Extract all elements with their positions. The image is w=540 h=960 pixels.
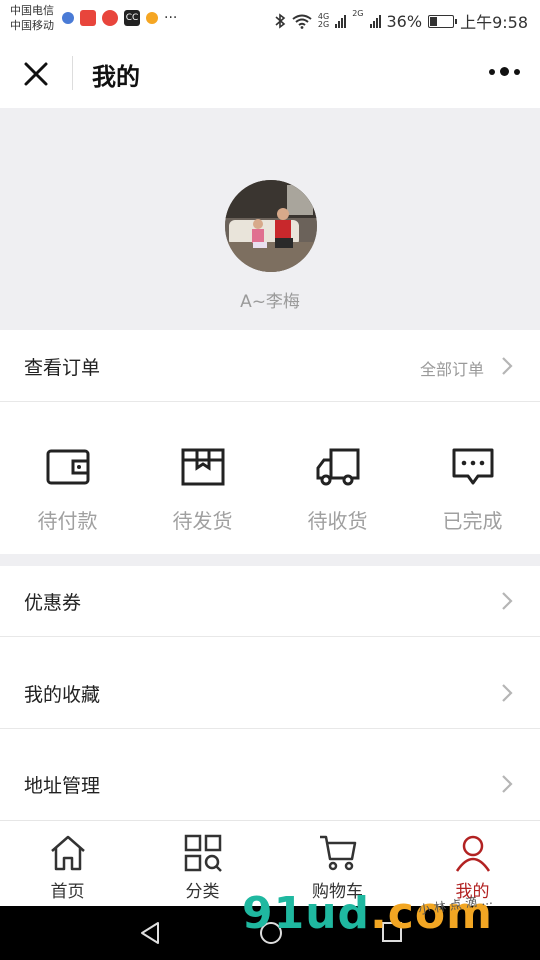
more-options-icon[interactable] xyxy=(489,67,520,76)
status-bar: 中国电信 中国移动 CC ··· 4G 2G 2G 36% 上午9:58 xyxy=(0,0,540,38)
order-status-label: 待付款 xyxy=(37,509,98,533)
all-orders-link[interactable]: 全部订单 xyxy=(420,356,484,380)
battery-percent: 36% xyxy=(386,11,423,31)
navigation-bar: 我的 xyxy=(0,38,540,108)
close-icon[interactable] xyxy=(18,56,54,92)
chevron-right-icon xyxy=(502,592,513,610)
app-notification-icon xyxy=(80,10,96,26)
category-icon xyxy=(184,834,222,872)
bluetooth-icon xyxy=(275,13,286,29)
notification-icons: CC ··· xyxy=(62,10,177,26)
carrier-info: 中国电信 中国移动 xyxy=(10,3,54,33)
chevron-right-icon xyxy=(502,775,513,793)
menu-item-addresses[interactable]: 地址管理 xyxy=(0,729,540,819)
watermark-main: 91ud xyxy=(242,888,371,939)
orders-title: 查看订单 xyxy=(24,357,101,379)
menu-item-favorites[interactable]: 我的收藏 xyxy=(0,637,540,728)
menu-item-label: 我的收藏 xyxy=(24,684,101,706)
menu-item-label: 优惠券 xyxy=(24,592,82,614)
more-notifications-icon: ··· xyxy=(164,10,178,26)
back-icon[interactable] xyxy=(138,920,162,946)
order-status-grid: 待付款 待发货 待收货 已完成 xyxy=(0,402,540,554)
chevron-right-icon xyxy=(502,684,513,702)
page-title: 我的 xyxy=(92,63,140,91)
wifi-icon xyxy=(292,14,312,29)
network-type-3: 2G xyxy=(352,9,364,18)
user-icon xyxy=(455,835,491,872)
battery-icon xyxy=(428,14,458,28)
tab-label: 首页 xyxy=(50,882,85,902)
nav-divider xyxy=(72,56,73,90)
order-status-label: 已完成 xyxy=(442,509,503,533)
avatar[interactable] xyxy=(225,180,317,272)
truck-icon xyxy=(316,448,360,486)
username: A~李梅 xyxy=(240,292,300,312)
order-status-label: 待发货 xyxy=(172,509,233,533)
cc-app-icon: CC xyxy=(124,10,140,26)
profile-header: A~李梅 xyxy=(0,108,540,330)
baidu-paw-icon xyxy=(62,12,74,24)
network-type-2: 2G xyxy=(317,20,330,29)
menu-item-label: 地址管理 xyxy=(24,775,101,797)
order-completed[interactable]: 已完成 xyxy=(405,402,540,554)
order-status-label: 待收货 xyxy=(307,509,368,533)
tab-home[interactable]: 首页 xyxy=(0,821,135,907)
weibo-icon xyxy=(102,10,118,26)
order-pending-receipt[interactable]: 待收货 xyxy=(270,402,405,554)
battery-level xyxy=(430,16,438,26)
carrier-name-2: 中国移动 xyxy=(10,19,54,32)
signal-icon-1 xyxy=(335,14,347,28)
menu-item-coupons[interactable]: 优惠券 xyxy=(0,566,540,636)
carrier-name-1: 中国电信 xyxy=(10,4,54,17)
cart-icon xyxy=(320,835,357,871)
home-icon xyxy=(51,835,85,871)
box-icon xyxy=(181,448,225,486)
signal-icon-2 xyxy=(369,14,381,28)
clock: 上午9:58 xyxy=(460,13,528,32)
status-right: 4G 2G 2G 36% 上午9:58 xyxy=(274,9,528,33)
wallet-icon xyxy=(46,449,90,485)
chevron-right-icon xyxy=(502,357,513,375)
chat-dots-icon xyxy=(452,448,494,485)
network-type: 4G 2G xyxy=(318,13,329,29)
order-pending-payment[interactable]: 待付款 xyxy=(0,402,135,554)
order-pending-shipment[interactable]: 待发货 xyxy=(135,402,270,554)
taobao-icon xyxy=(146,12,158,24)
view-orders-row[interactable]: 查看订单 全部订单 xyxy=(0,330,540,402)
section-gap xyxy=(0,554,540,566)
